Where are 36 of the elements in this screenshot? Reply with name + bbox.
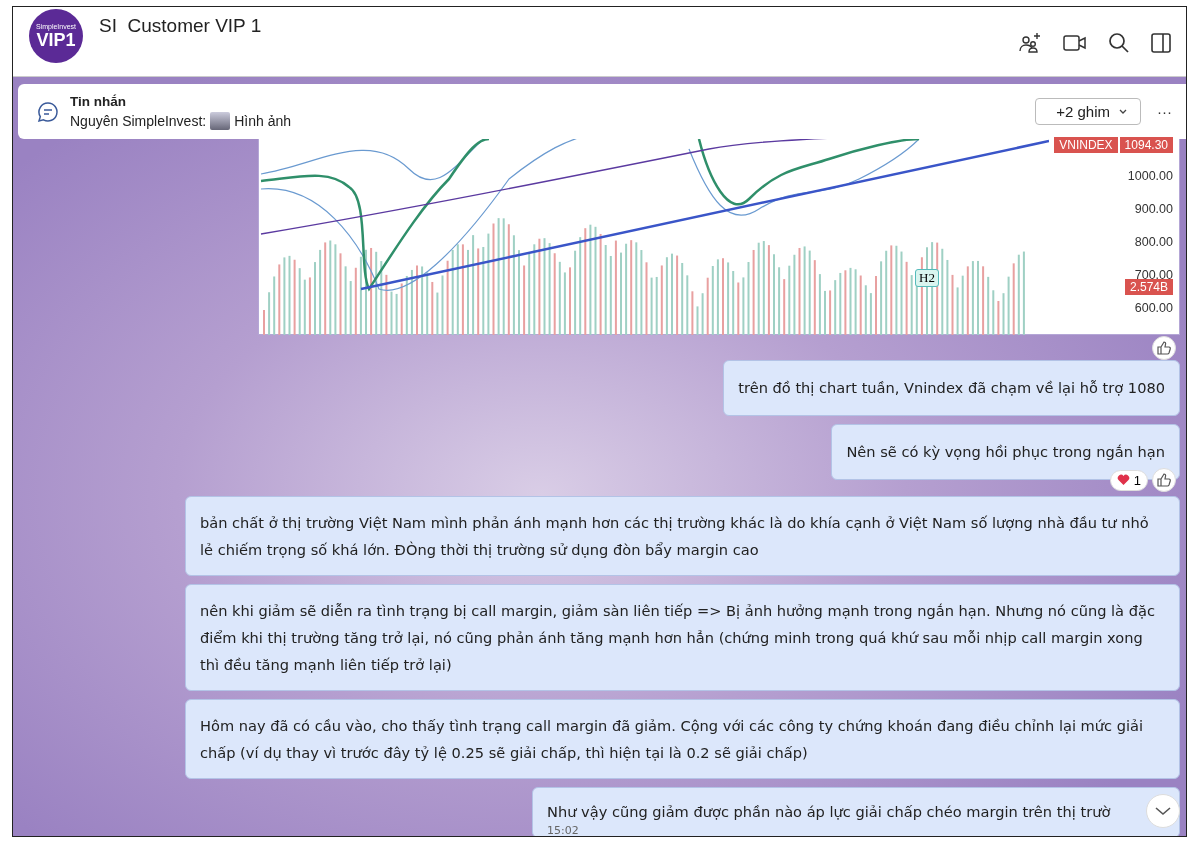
heart-icon bbox=[1116, 474, 1130, 486]
message-text: Nên sẽ có kỳ vọng hồi phục trong ngắn hạn bbox=[846, 442, 1165, 462]
message-text: trên đồ thị chart tuần, Vnindex đã chạm về lại hỗ trợ 1080 bbox=[738, 378, 1165, 398]
price-label: 1000.00 bbox=[1127, 168, 1173, 185]
pins-dropdown[interactable]: +2 ghim bbox=[1035, 98, 1141, 125]
price-label: 900.00 bbox=[1134, 201, 1173, 218]
message-text: nên khi giảm sẽ diễn ra tình trạng bị call margin, giảm sàn liên tiếp => Bị ảnh hưởng mạnh trong ngắn hạn. Nhưng nó cũng là đặc điểm khi thị trường tăng trở lại, nó cũng phản ánh tăng mạnh hơn hẳn (chứng minh trong quá khứ sau mỗi nhịp call margin xong thì đều tăng mạnh liên tiếp trở lại) bbox=[200, 601, 1156, 675]
add-people-icon[interactable] bbox=[1018, 31, 1042, 55]
video-call-icon[interactable] bbox=[1062, 32, 1088, 54]
caret-icon bbox=[1118, 107, 1128, 116]
pinned-sender: Nguyên SimpleInvest: bbox=[70, 112, 207, 129]
like-button[interactable] bbox=[1152, 336, 1176, 360]
like-button[interactable] bbox=[1152, 468, 1176, 492]
chart-screenshot[interactable]: H2 VNINDEX 1094.30 1000.00 900.00 800.00 700.00 600.00 2.574B bbox=[258, 139, 1180, 335]
chevron-down-icon bbox=[1154, 806, 1172, 816]
index-value-tag: 1094.30 bbox=[1119, 137, 1173, 153]
thumbs-up-icon bbox=[1156, 472, 1172, 488]
message-time: 15:02 bbox=[547, 825, 579, 836]
search-icon[interactable] bbox=[1108, 32, 1130, 54]
message-text: Như vậy cũng giảm được phần nào áp lực giải chấp chéo margin trên thị trườ bbox=[547, 802, 1111, 822]
price-label: 700.00 bbox=[1134, 267, 1173, 282]
message-text: bản chất ở thị trường Việt Nam mình phản ánh mạnh hơn các thị trường khác là do khía cạnh ở Việt Nam số lượng nhà đầu tư nhỏ lẻ chiếm trọng số khá lớn. ĐÒng thời thị trường sử dụng đòn bẩy margin cao bbox=[200, 513, 1150, 560]
chat-title: SI Customer VIP 1 bbox=[99, 15, 262, 37]
price-label: 600.00 bbox=[1134, 300, 1173, 317]
price-label: 800.00 bbox=[1134, 234, 1173, 251]
side-panel-icon[interactable] bbox=[1150, 32, 1172, 54]
pinned-title: Tin nhắn bbox=[70, 93, 127, 109]
image-thumbnail bbox=[210, 111, 231, 130]
index-tag: VNINDEX bbox=[1054, 137, 1118, 153]
thumbs-up-icon bbox=[1156, 340, 1172, 356]
more-button[interactable]: ··· bbox=[1157, 103, 1172, 120]
marker-label: H2 bbox=[915, 269, 939, 287]
pinned-preview: Hình ảnh bbox=[234, 112, 291, 129]
message-text: Hôm nay đã có cầu vào, cho thấy tình trạng call margin đã giảm. Cộng với các công ty chứng khoán đang điều chỉnh lại mức giải chấp (ví dụ thay vì trước đây tỷ lệ 0.25 sẽ giải chấp, thì hiện tại là 0.2 sẽ giải chấp) bbox=[200, 716, 1145, 763]
message-icon bbox=[36, 99, 60, 124]
volume-tag: 2.574B bbox=[1124, 279, 1173, 295]
